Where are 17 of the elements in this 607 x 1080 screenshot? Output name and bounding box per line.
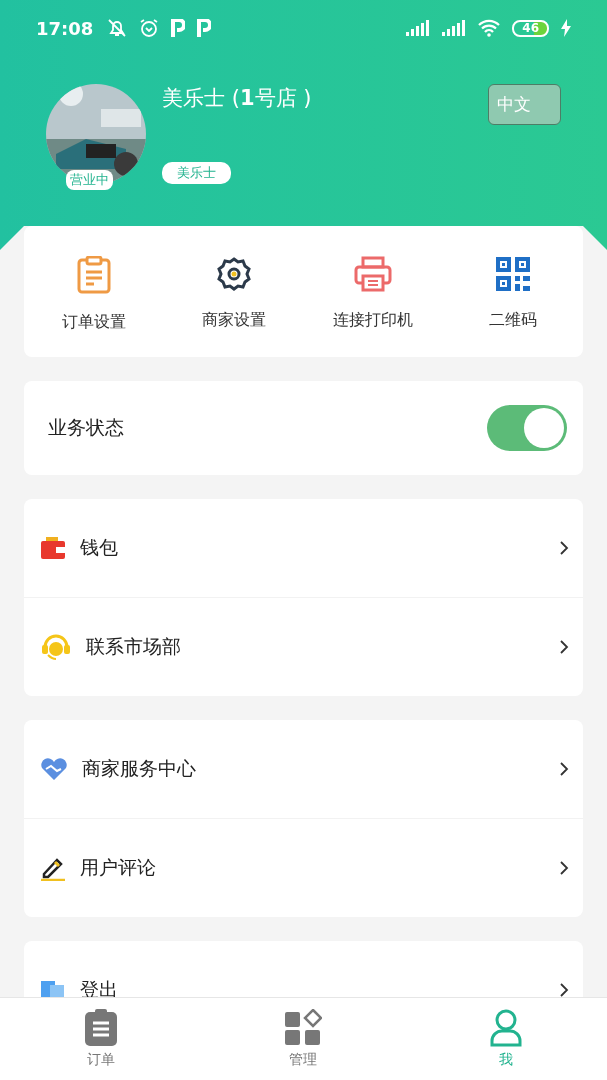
menu-item-label[interactable]: 钱包 (80, 535, 545, 561)
battery-level: 46 (512, 19, 549, 37)
open-status-badge: 营业中 (66, 170, 113, 190)
status-time: 17:08 (36, 17, 94, 39)
menu-item-label[interactable]: 商家服务中心 (82, 756, 545, 782)
menu-item-label[interactable]: 登出 (80, 977, 545, 997)
shortcut-button[interactable]: 商家设置 (163, 256, 304, 333)
tab[interactable]: 订单 (0, 998, 203, 1080)
shortcut-button[interactable]: 二维码 (443, 256, 583, 333)
business-status-label: 业务状态 (48, 415, 125, 440)
shortcut-button[interactable]: 连接打印机 (303, 256, 444, 333)
store-name: 美乐士 (1号店 ) (162, 85, 313, 112)
tab[interactable]: 管理 (202, 998, 405, 1080)
menu-item-label[interactable]: 用户评论 (80, 855, 545, 881)
menu-item-label[interactable]: 联系市场部 (86, 634, 545, 660)
store-tag: 美乐士 (162, 162, 231, 184)
shortcut-button[interactable]: 订单设置 (24, 256, 164, 333)
